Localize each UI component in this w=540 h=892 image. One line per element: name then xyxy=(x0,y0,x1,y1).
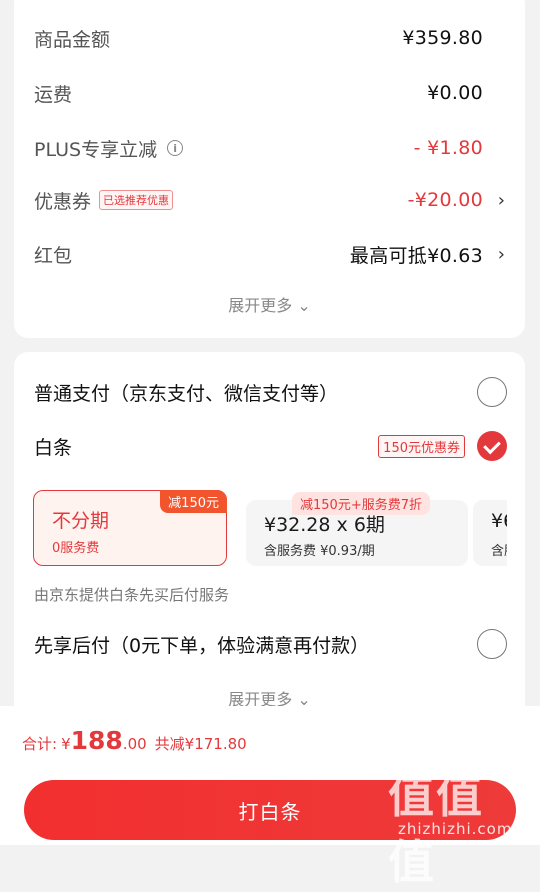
goods-amount-value: ¥359.80 xyxy=(402,27,483,49)
info-icon[interactable]: i xyxy=(167,140,184,156)
plan-fee: 含服 xyxy=(491,544,507,559)
baitiao-option[interactable]: 白条 150元优惠券 xyxy=(34,424,507,468)
shipping-label: 运费 xyxy=(34,83,73,106)
normal-payment-radio[interactable] xyxy=(477,377,507,407)
pay-later-radio[interactable] xyxy=(477,629,507,659)
plan-no-installment[interactable]: 减150元 不分期 0服务费 xyxy=(33,490,227,566)
plan-badge: 减150元+服务费7折 xyxy=(292,492,430,515)
order-total: 合计: ¥ 188 .00 共减¥171.80 xyxy=(22,726,247,755)
total-decimal: .00 xyxy=(122,735,147,753)
recommended-coupon-tag: 已选推荐优惠 xyxy=(99,190,174,210)
plan-12-installments[interactable]: ¥64 含服 xyxy=(473,500,507,566)
plan-title: 不分期 xyxy=(52,510,110,532)
total-integer: 188 xyxy=(70,726,123,755)
pay-baitiao-button[interactable]: 打白条 xyxy=(24,780,516,840)
order-amount-card: 商品金额 ¥359.80 运费 ¥0.00 PLUS专享立减 i - ¥1.80… xyxy=(14,0,525,338)
expand-more-amounts[interactable]: 展开更多 ⌄ xyxy=(14,292,525,316)
pay-later-option[interactable]: 先享后付（0元下单，体验满意再付款） xyxy=(34,622,507,666)
redpacket-label: 红包 xyxy=(34,244,73,267)
expand-more-label: 展开更多 xyxy=(228,296,293,315)
total-label: 合计: xyxy=(22,735,58,753)
plan-fee: 0服务费 xyxy=(52,541,100,556)
checkout-bar: 合计: ¥ 188 .00 共减¥171.80 打白条 xyxy=(0,706,540,845)
plus-discount-label: PLUS专享立减 xyxy=(34,138,158,161)
goods-amount-row: 商品金额 ¥359.80 xyxy=(34,18,505,58)
redpacket-row[interactable]: 红包 最高可抵¥0.63 › xyxy=(34,234,505,274)
plan-badge: 减150元 xyxy=(160,490,227,513)
goods-amount-label: 商品金额 xyxy=(34,28,111,51)
normal-payment-option[interactable]: 普通支付（京东支付、微信支付等） xyxy=(34,370,507,414)
shipping-row: 运费 ¥0.00 xyxy=(34,73,505,113)
payment-method-card: 普通支付（京东支付、微信支付等） 白条 150元优惠券 减150元 不分期 0服… xyxy=(14,352,525,722)
baitiao-radio[interactable] xyxy=(477,431,507,461)
chevron-right-icon: › xyxy=(497,189,505,211)
chevron-right-icon: › xyxy=(497,243,505,265)
total-currency: ¥ xyxy=(61,735,71,753)
coupon-label: 优惠券 xyxy=(34,190,92,213)
chevron-down-icon: ⌄ xyxy=(297,296,311,315)
baitiao-coupon-tag: 150元优惠券 xyxy=(378,434,465,458)
baitiao-provider-note: 由京东提供白条先买后付服务 xyxy=(34,586,230,604)
installment-plans: 减150元 不分期 0服务费 ¥32.28 x 6期 含服务费 ¥0.93/期 … xyxy=(33,490,507,568)
plan-fee: 含服务费 ¥0.93/期 xyxy=(264,544,375,559)
shipping-value: ¥0.00 xyxy=(427,82,483,104)
normal-payment-label: 普通支付（京东支付、微信支付等） xyxy=(34,382,339,405)
baitiao-label: 白条 xyxy=(34,436,73,459)
redpacket-value: 最高可抵¥0.63 xyxy=(349,244,483,267)
plus-discount-row: PLUS专享立减 i - ¥1.80 xyxy=(34,128,505,168)
plan-title: ¥64 xyxy=(491,510,507,532)
total-saved: 共减¥171.80 xyxy=(154,735,247,753)
coupon-row[interactable]: 优惠券 已选推荐优惠 -¥20.00 › xyxy=(34,180,505,220)
coupon-value: -¥20.00 xyxy=(407,189,483,211)
pay-later-label: 先享后付（0元下单，体验满意再付款） xyxy=(34,634,370,657)
plus-discount-value: - ¥1.80 xyxy=(413,137,483,159)
